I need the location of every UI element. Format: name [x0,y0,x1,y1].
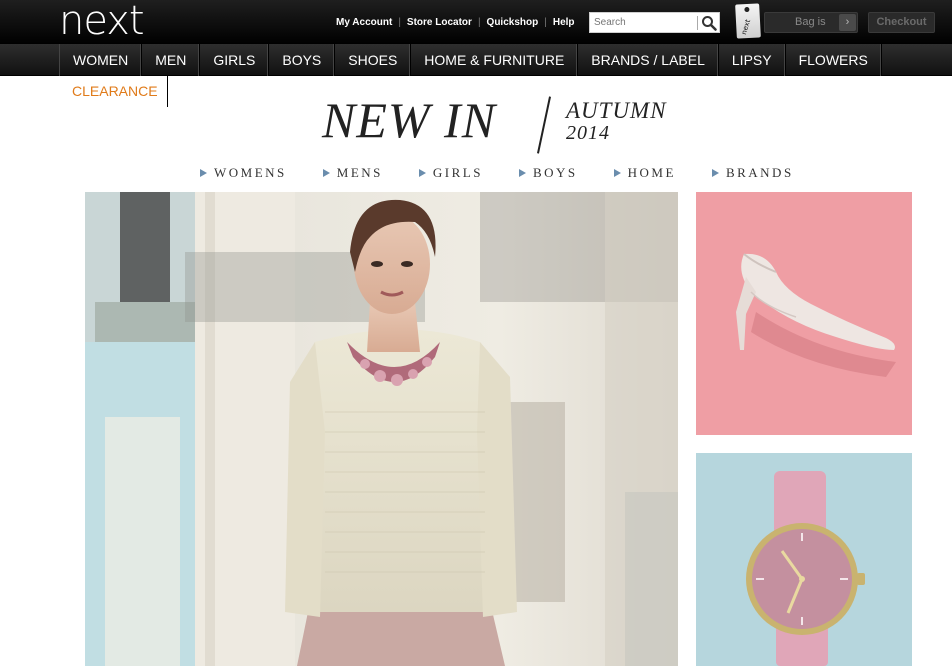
main-nav: WOMEN MEN GIRLS BOYS SHOES HOME & FURNIT… [59,44,882,76]
bag-label: Bag is [795,16,826,28]
nav-item-men[interactable]: MEN [142,44,201,76]
store-locator-link[interactable]: Store Locator [407,17,472,28]
nav-item-clearance[interactable]: CLEARANCE [59,76,168,107]
year-label: 2014 [566,122,610,144]
shoe-photo [736,253,896,377]
main-promo-image[interactable] [85,192,678,666]
new-in-subnav: WOMENS MENS GIRLS BOYS HOME BRANDS [200,165,794,181]
search-divider [697,16,698,30]
nav-item-home-furniture[interactable]: HOME & FURNITURE [411,44,579,76]
account-links: My Account | Store Locator | Quickshop |… [336,17,575,28]
next-logo[interactable]: next [59,1,145,41]
shoe-promo-image[interactable] [696,192,912,435]
arrow-right-icon [613,169,621,177]
tag-hole [744,6,750,13]
nav-item-flowers[interactable]: FLOWERS [786,44,882,76]
nav-item-brands-label[interactable]: BRANDS / LABEL [578,44,719,76]
subnav-label: BOYS [532,165,578,180]
top-bar: next My Account | Store Locator | Quicks… [0,0,952,44]
watch-promo-image[interactable] [696,453,912,666]
subnav-item-girls[interactable]: GIRLS [418,165,483,181]
chevron-right-icon: › [839,14,856,31]
nav-item-women[interactable]: WOMEN [59,44,143,76]
nav-item-shoes[interactable]: SHOES [335,44,412,76]
search-input[interactable] [594,15,694,30]
subnav-item-brands[interactable]: BRANDS [711,165,794,181]
subnav-item-boys[interactable]: BOYS [518,165,578,181]
model-photo [85,192,678,666]
search-icon[interactable] [701,15,717,31]
subnav-label: WOMENS [214,165,287,180]
shopping-bag-tag-icon[interactable]: next [735,3,761,39]
arrow-right-icon [322,169,330,177]
quickshop-link[interactable]: Quickshop [487,17,539,28]
nav-item-boys[interactable]: BOYS [269,44,336,76]
bag-tag-text: next [739,18,753,36]
help-link[interactable]: Help [553,17,575,28]
main-nav-bar: WOMEN MEN GIRLS BOYS SHOES HOME & FURNIT… [0,44,952,76]
checkout-button[interactable]: Checkout [868,12,935,33]
season-label: AUTUMN [566,98,667,123]
link-separator: | [398,17,401,28]
nav-item-girls[interactable]: GIRLS [200,44,270,76]
watch-photo [746,471,865,666]
my-account-link[interactable]: My Account [336,17,392,28]
nav-item-lipsy[interactable]: LIPSY [719,44,786,76]
subnav-item-mens[interactable]: MENS [322,165,383,181]
link-separator: | [544,17,547,28]
subnav-item-womens[interactable]: WOMENS [200,165,287,181]
arrow-right-icon [518,169,526,177]
subnav-item-home[interactable]: HOME [613,165,676,181]
subnav-label: HOME [627,165,676,180]
heading-slash [536,96,552,154]
bag-button[interactable]: Bag is › [764,12,858,33]
new-in-title: NEW IN [322,92,497,148]
subnav-label: BRANDS [725,165,794,180]
arrow-right-icon [200,169,207,177]
search-box [589,12,720,33]
link-separator: | [477,17,481,28]
subnav-label: GIRLS [432,165,483,180]
arrow-right-icon [711,169,719,177]
arrow-right-icon [418,169,426,177]
subnav-label: MENS [336,165,383,180]
new-in-heading: NEW IN AUTUMN 2014 [322,92,682,156]
